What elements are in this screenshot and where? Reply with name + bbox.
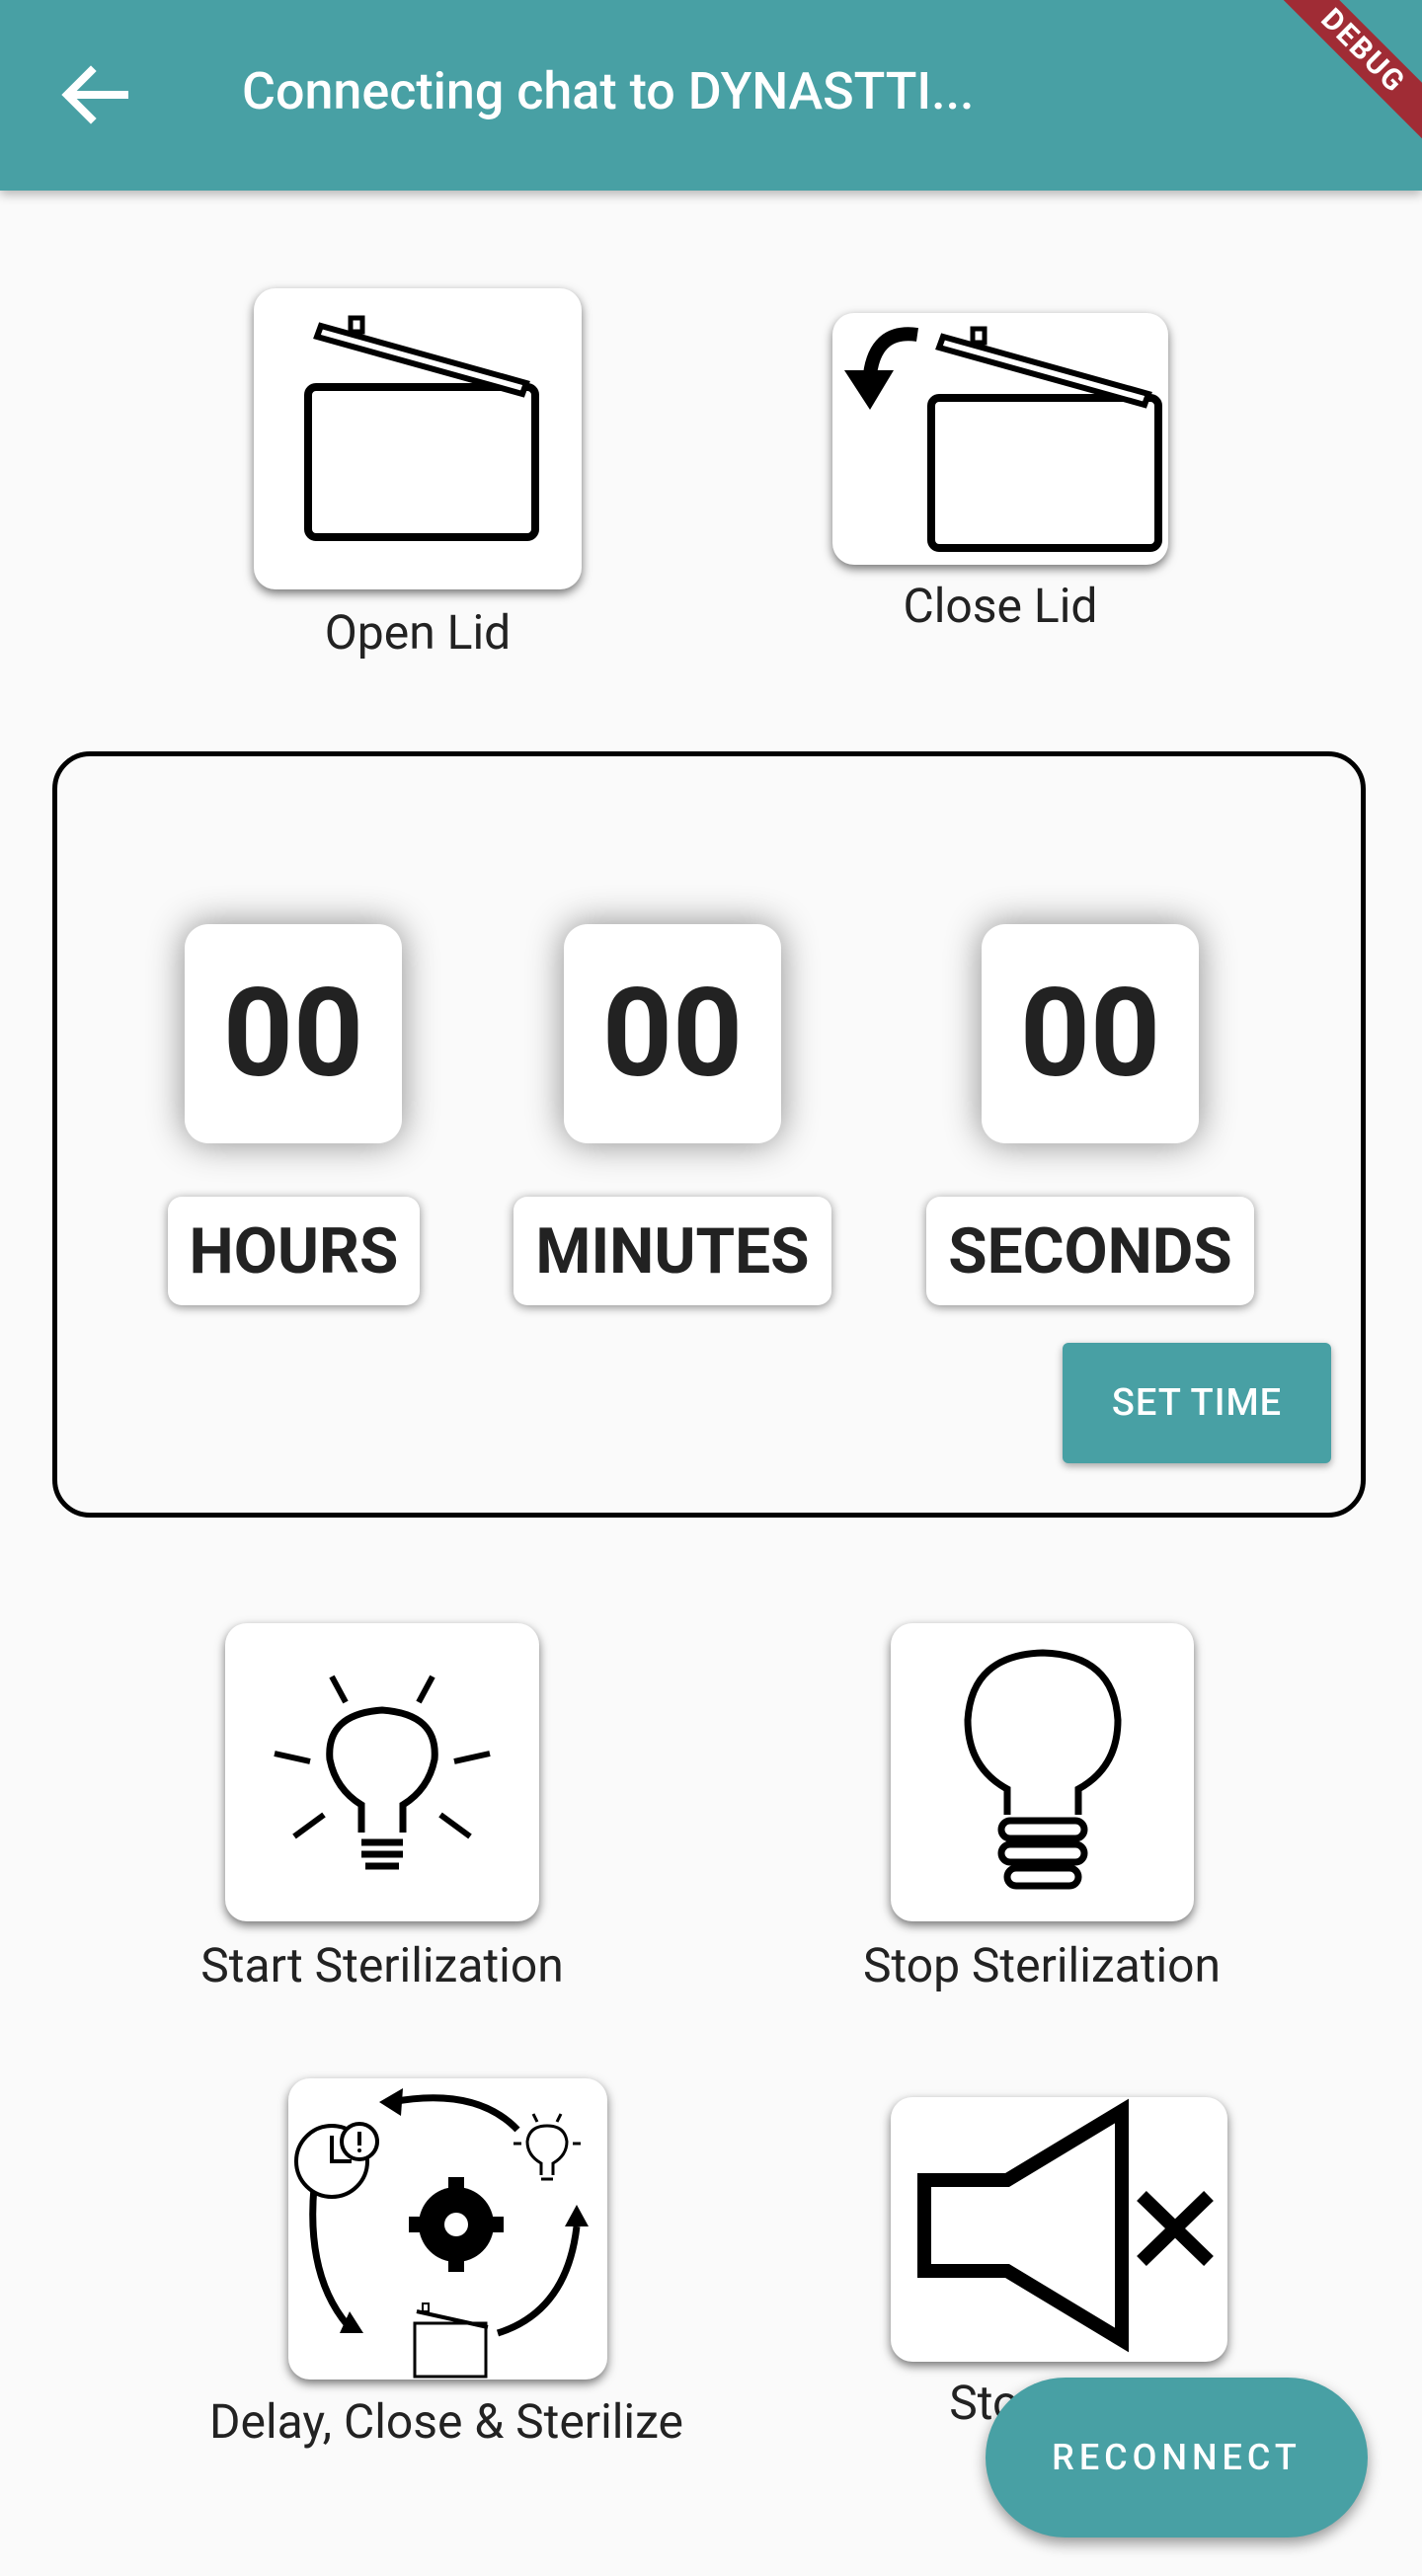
stop-sterilization-button[interactable] [891, 1623, 1194, 1921]
minutes-label: MINUTES [514, 1197, 831, 1305]
start-sterilization-label: Start Sterilization [200, 1937, 564, 1993]
stop-alarm-button[interactable] [891, 2097, 1227, 2362]
delay-close-sterilize-label: Delay, Close & Sterilize [209, 2393, 683, 2450]
open-lid-icon [304, 315, 539, 541]
speaker-mute-icon [917, 2098, 1214, 2353]
seconds-display[interactable]: 00 [982, 924, 1199, 1143]
set-time-button[interactable]: SET TIME [1063, 1343, 1331, 1463]
lightbulb-on-icon [274, 1675, 491, 1870]
close-lid-label: Close Lid [903, 578, 1098, 634]
stop-sterilization-label: Stop Sterilization [862, 1937, 1222, 1993]
close-lid-icon [844, 326, 1162, 552]
hours-display[interactable]: 00 [185, 924, 402, 1143]
app-bar: Connecting chat to DYNASTTI... DEBUG [0, 0, 1422, 191]
seconds-label: SECONDS [926, 1197, 1254, 1305]
back-arrow-icon[interactable] [47, 47, 142, 142]
minutes-display[interactable]: 00 [564, 924, 781, 1143]
open-lid-button[interactable] [254, 288, 582, 589]
page-title: Connecting chat to DYNASTTI... [242, 61, 975, 121]
close-lid-button[interactable] [832, 313, 1168, 565]
lightbulb-off-icon [964, 1649, 1122, 1890]
cycle-gear-icon [294, 2088, 589, 2379]
open-lid-label: Open Lid [324, 604, 512, 661]
hours-label: HOURS [168, 1197, 420, 1305]
delay-close-sterilize-button[interactable] [288, 2078, 607, 2380]
debug-banner: DEBUG [1257, 0, 1422, 157]
start-sterilization-button[interactable] [225, 1623, 539, 1921]
reconnect-button[interactable]: RECONNECT [986, 2378, 1368, 2537]
